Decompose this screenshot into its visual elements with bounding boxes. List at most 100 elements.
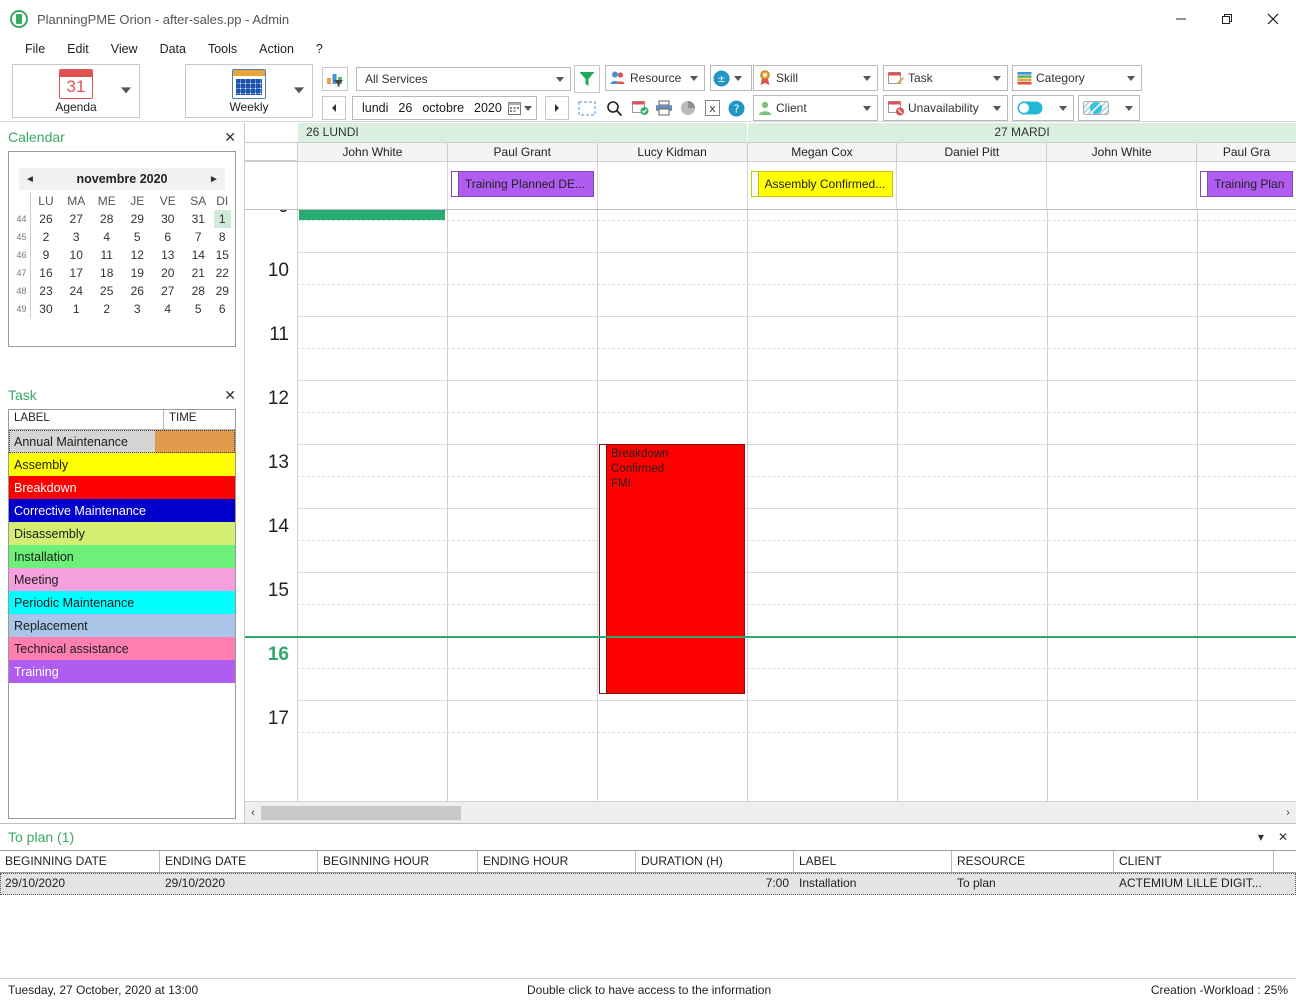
close-icon[interactable]	[1250, 0, 1296, 38]
mini-calendar-day[interactable]: 27	[61, 210, 92, 228]
close-icon[interactable]: ✕	[1278, 830, 1288, 844]
calendar-picker-icon[interactable]	[508, 102, 532, 115]
mini-calendar-day[interactable]: 8	[214, 228, 231, 246]
pie-chart-icon[interactable]	[676, 95, 700, 121]
schedule-event[interactable]: BreakdownConfirmedFMI	[599, 444, 745, 694]
mini-calendar-body[interactable]: 4426272829303114523456784691011121314154…	[13, 210, 231, 318]
mini-calendar-day[interactable]: 30	[30, 300, 61, 318]
mini-calendar-day[interactable]: 28	[91, 210, 122, 228]
all-day-event[interactable]: Training Plan	[1200, 171, 1293, 197]
resource-column-header[interactable]: John White	[1046, 143, 1196, 161]
resource-column-header[interactable]: Paul Gra	[1196, 143, 1296, 161]
toggle-combo[interactable]	[1012, 95, 1074, 121]
to-plan-column-header[interactable]: DURATION (H)	[636, 851, 794, 872]
task-list-item[interactable]: Assembly	[9, 453, 235, 476]
event-handle[interactable]	[452, 172, 459, 196]
chevron-down-icon[interactable]	[989, 76, 1005, 81]
all-day-row[interactable]: Training Planned DE...Assembly Confirmed…	[245, 162, 1296, 210]
time-grid[interactable]: 91011121314151617 BreakdownConfirmedFMI	[245, 210, 1296, 801]
mini-calendar-day[interactable]: 12	[122, 246, 153, 264]
task-list-item[interactable]: Breakdown	[9, 476, 235, 499]
mini-calendar-day[interactable]: 20	[153, 264, 184, 282]
mini-calendar-day[interactable]: 3	[122, 300, 153, 318]
task-list-item[interactable]: Technical assistance	[9, 637, 235, 660]
event-handle[interactable]	[1201, 172, 1208, 196]
maximize-icon[interactable]	[1204, 0, 1250, 38]
mini-calendar-day[interactable]: 18	[91, 264, 122, 282]
all-day-cell[interactable]	[297, 162, 447, 209]
mini-calendar-day[interactable]: 29	[214, 282, 231, 300]
to-plan-column-header[interactable]: ENDING HOUR	[478, 851, 636, 872]
horizontal-scrollbar[interactable]: ‹ ›	[245, 801, 1296, 823]
mini-calendar-day[interactable]: 3	[61, 228, 92, 246]
mini-calendar-day[interactable]: 6	[153, 228, 184, 246]
chevron-down-icon[interactable]: ▾	[1258, 830, 1264, 844]
to-plan-column-header[interactable]: ENDING DATE	[160, 851, 318, 872]
mini-calendar-day[interactable]: 10	[61, 246, 92, 264]
chevron-down-icon[interactable]	[859, 76, 875, 81]
prev-month-icon[interactable]: ◄	[19, 174, 41, 185]
mini-calendar-grid[interactable]: LUMAMEJEVESADI 4426272829303114523456784…	[13, 192, 231, 318]
funnel-filter-icon[interactable]	[574, 65, 600, 93]
mini-calendar-day[interactable]: 14	[183, 246, 214, 264]
resource-time-column[interactable]	[1197, 210, 1296, 801]
prev-day-button[interactable]	[322, 96, 346, 120]
scroll-right-icon[interactable]: ›	[1280, 807, 1296, 819]
task-list-item[interactable]: Replacement	[9, 614, 235, 637]
mini-calendar-day[interactable]: 7	[183, 228, 214, 246]
services-filter-icon[interactable]	[322, 67, 348, 91]
resource-column-header[interactable]: Lucy Kidman	[597, 143, 747, 161]
resource-time-column[interactable]	[897, 210, 1047, 801]
mini-calendar-day[interactable]: 2	[91, 300, 122, 318]
mini-calendar-day[interactable]: 25	[91, 282, 122, 300]
mini-calendar-day[interactable]: 11	[91, 246, 122, 264]
mini-calendar-day[interactable]: 2	[30, 228, 61, 246]
menu-item-view[interactable]: View	[100, 40, 149, 58]
mini-calendar-day[interactable]: 5	[122, 228, 153, 246]
chevron-down-icon[interactable]	[686, 76, 702, 81]
mini-calendar-day[interactable]: 17	[61, 264, 92, 282]
chevron-down-icon[interactable]	[1123, 76, 1139, 81]
calendar-check-icon[interactable]	[628, 95, 652, 121]
task-list[interactable]: LABEL TIME Annual MaintenanceAssemblyBre…	[8, 409, 236, 819]
all-day-cell[interactable]	[597, 162, 747, 209]
menu-item-tools[interactable]: Tools	[197, 40, 248, 58]
event-handle[interactable]	[600, 445, 607, 693]
all-day-cell[interactable]: Assembly Confirmed...	[747, 162, 897, 209]
mini-calendar-day[interactable]: 9	[30, 246, 61, 264]
mini-calendar-day[interactable]: 26	[122, 282, 153, 300]
services-combo[interactable]: All Services	[356, 67, 571, 91]
mini-calendar-day[interactable]: 23	[30, 282, 61, 300]
grid-columns[interactable]: BreakdownConfirmedFMI	[297, 210, 1296, 801]
menu-item-data[interactable]: Data	[149, 40, 197, 58]
next-day-button[interactable]	[545, 96, 569, 120]
task-list-item[interactable]: Corrective Maintenance	[9, 499, 235, 522]
all-day-cell[interactable]: Training Plan	[1196, 162, 1296, 209]
time-selection[interactable]	[299, 210, 445, 220]
to-plan-column-header[interactable]: BEGINNING HOUR	[318, 851, 478, 872]
mini-calendar-day[interactable]: 29	[122, 210, 153, 228]
chevron-down-icon[interactable]	[989, 106, 1005, 111]
resource-column-header[interactable]: John White	[297, 143, 447, 161]
scroll-left-icon[interactable]: ‹	[245, 807, 261, 819]
all-day-cell[interactable]	[896, 162, 1046, 209]
all-day-cell[interactable]	[1046, 162, 1196, 209]
mini-calendar-day[interactable]: 22	[214, 264, 231, 282]
resource-time-column[interactable]	[447, 210, 597, 801]
client-combo[interactable]: Client	[753, 95, 878, 121]
to-plan-column-header[interactable]: RESOURCE	[952, 851, 1114, 872]
category-combo[interactable]: Category	[1012, 65, 1142, 91]
chevron-down-icon[interactable]	[730, 76, 746, 81]
task-rows[interactable]: Annual MaintenanceAssemblyBreakdownCorre…	[9, 430, 235, 683]
resource-combo[interactable]: Resource	[605, 65, 705, 91]
skill-combo[interactable]: Skill	[753, 65, 878, 91]
to-plan-column-header[interactable]: CLIENT	[1114, 851, 1274, 872]
hatch-combo[interactable]	[1078, 95, 1140, 121]
all-day-event[interactable]: Assembly Confirmed...	[751, 171, 894, 197]
menu-item-help[interactable]: ?	[305, 40, 334, 58]
task-list-item[interactable]: Installation	[9, 545, 235, 568]
resource-time-column[interactable]	[297, 210, 447, 801]
mini-calendar-day[interactable]: 6	[214, 300, 231, 318]
task-list-item[interactable]: Annual Maintenance	[9, 430, 235, 453]
task-list-item[interactable]: Meeting	[9, 568, 235, 591]
